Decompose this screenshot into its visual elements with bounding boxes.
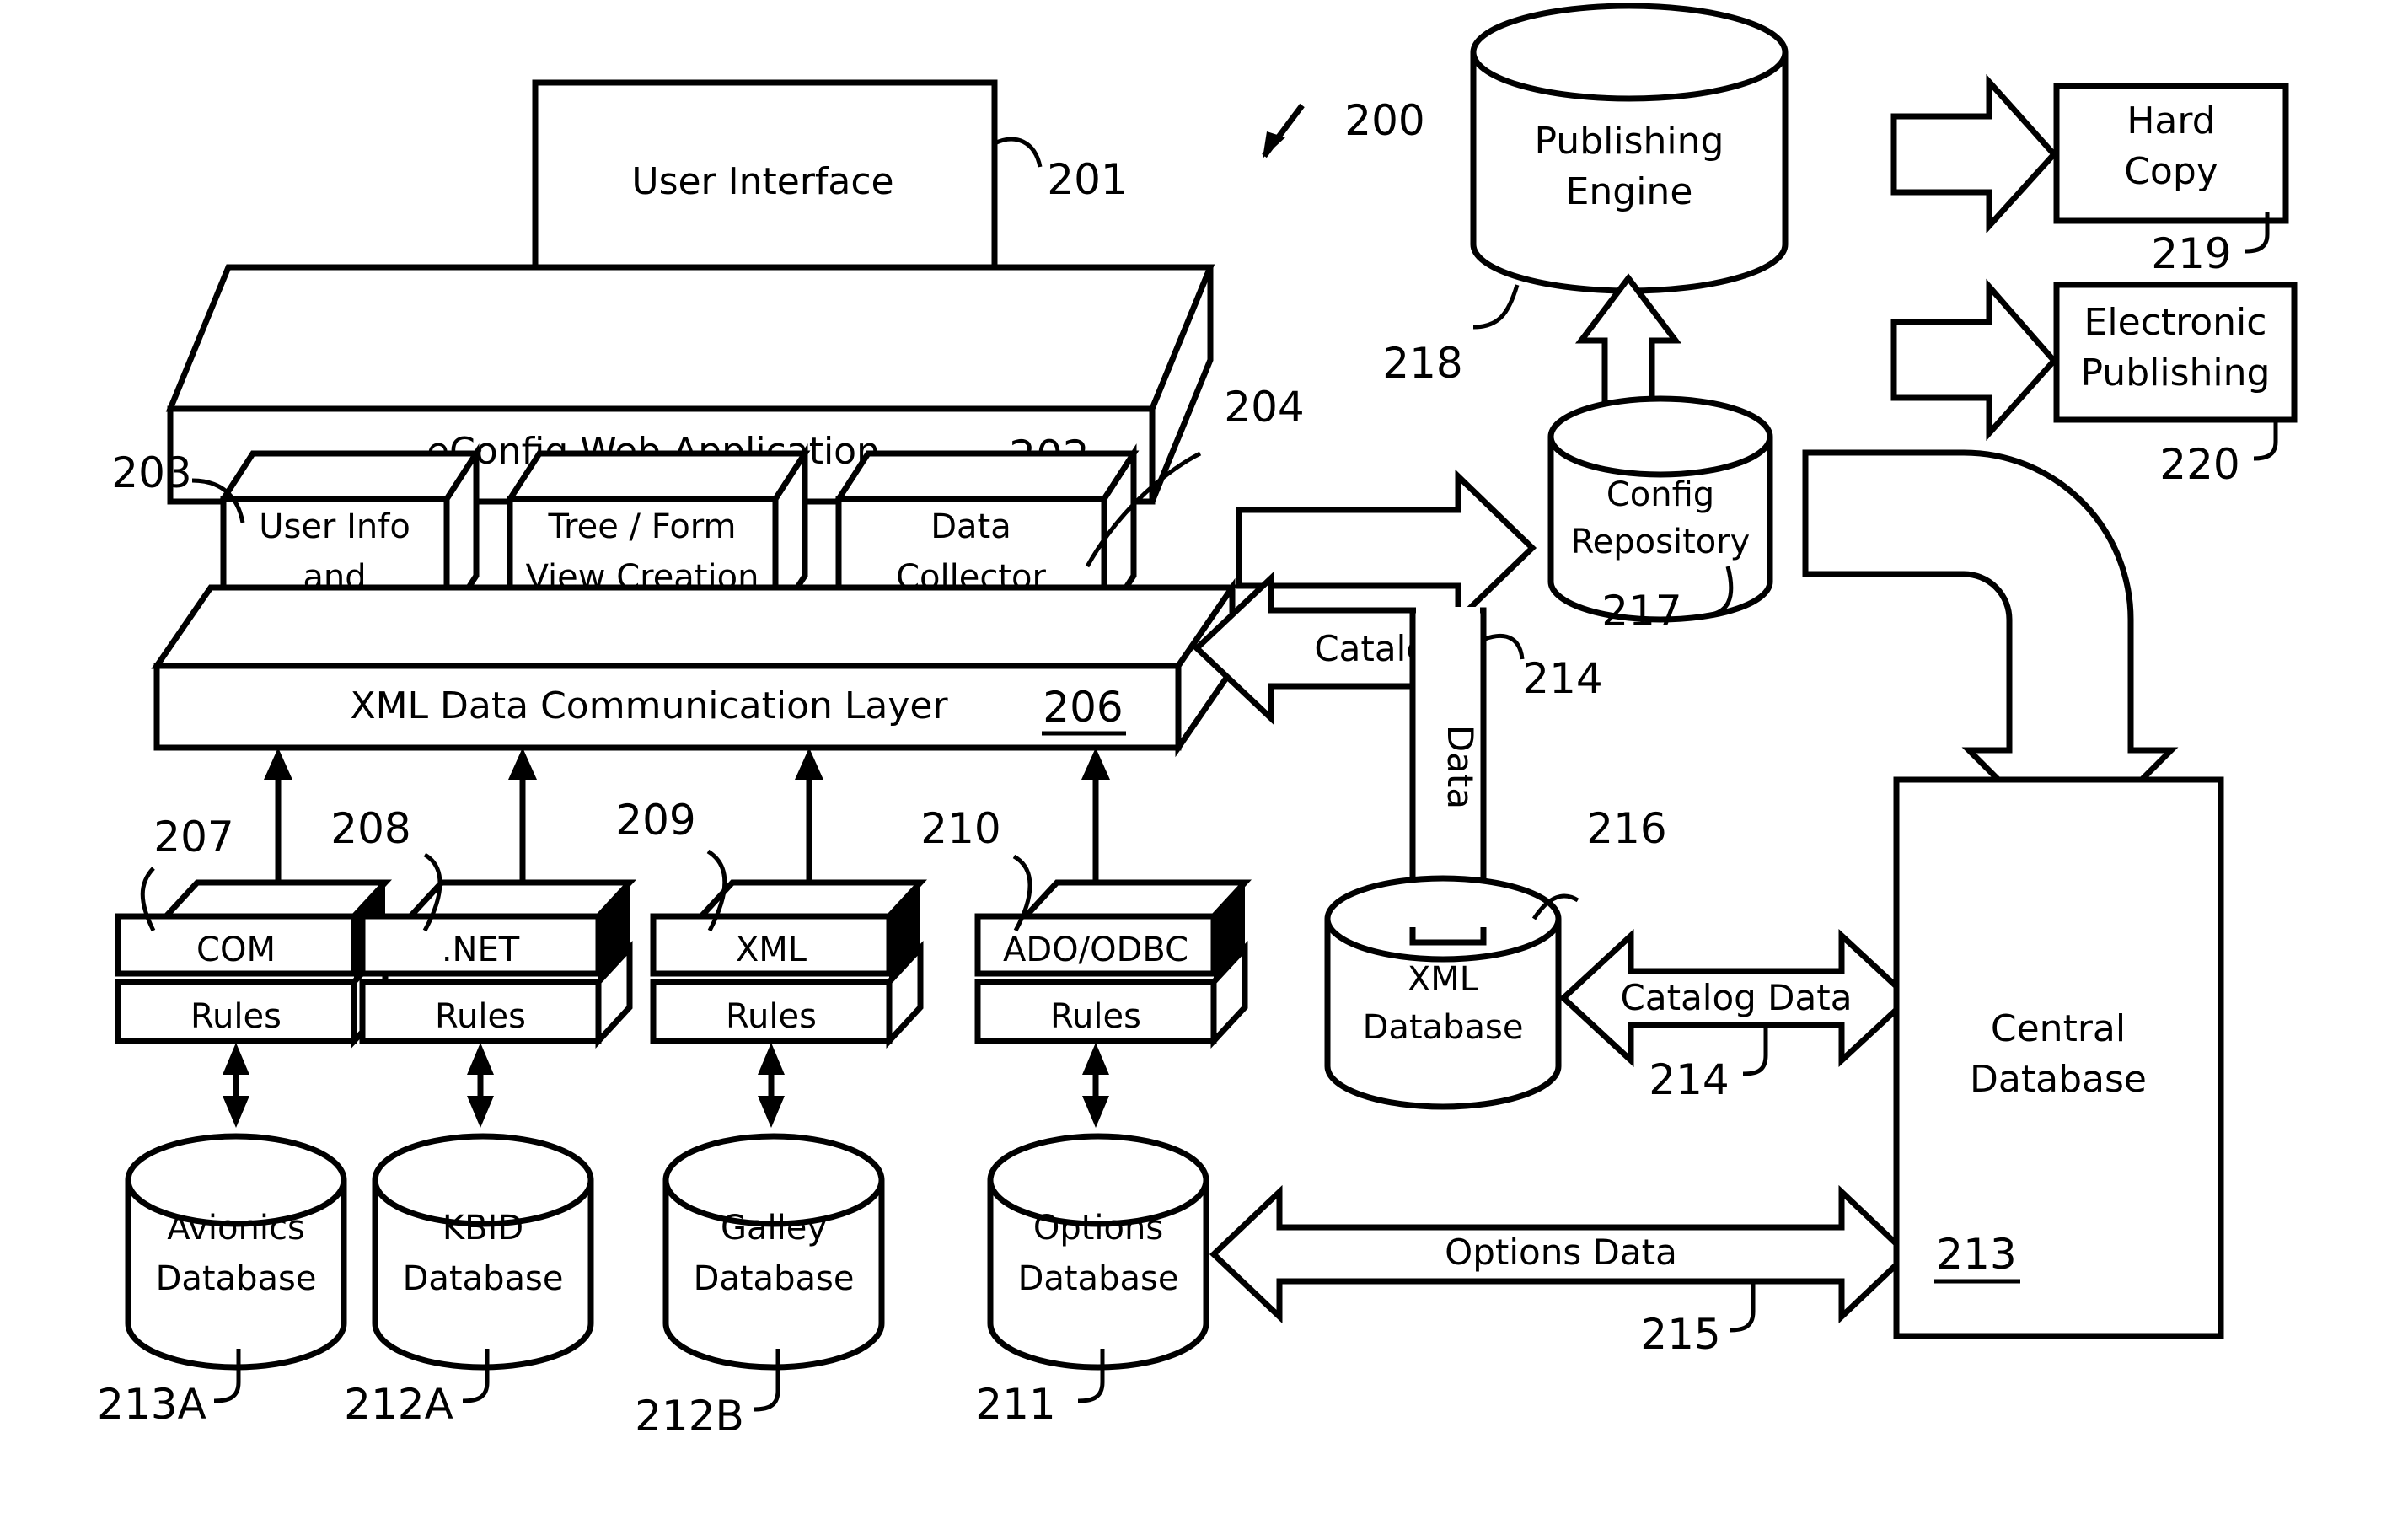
electronic-publishing-line2: Publishing	[2081, 351, 2271, 394]
database-options[interactable]: Options Database	[987, 1133, 1209, 1371]
ref-219-label: 219	[2151, 229, 2231, 278]
connector-ado-odbc-label: ADO/ODBC	[1003, 931, 1188, 969]
ref-220-label: 220	[2159, 440, 2239, 489]
ref-218-leader: 218	[1382, 284, 1520, 388]
config-repository-line2: Repository	[1571, 523, 1751, 561]
ref-213-label: 213	[1936, 1230, 2016, 1279]
ref-201-label: 201	[1047, 155, 1127, 204]
options-data-label: Options Data	[1445, 1232, 1677, 1273]
xml-layer-label: XML Data Communication Layer	[350, 684, 948, 727]
publishing-engine-line2: Engine	[1566, 170, 1693, 213]
user-interface-box[interactable]: User Interface	[532, 79, 998, 273]
connector-ado-odbc-box[interactable]: ADO/ODBC Rules	[974, 879, 1252, 1049]
config-repository-line1: Config	[1606, 475, 1714, 514]
patent-figure-canvas: 200 User Interface 201 eConfig Web Appli…	[0, 0, 2408, 1524]
data-label: Data	[1440, 725, 1481, 809]
connector-com-label: COM	[196, 931, 276, 969]
module-data-collector-line1: Data	[930, 507, 1011, 546]
ref-215-leader: 215	[1640, 1283, 1756, 1359]
ref-206-label: 206	[1043, 683, 1123, 732]
ref-210-label: 210	[920, 804, 1000, 853]
database-galley-line2: Database	[694, 1259, 855, 1298]
database-options-line1: Options	[1033, 1209, 1163, 1248]
ref-213A-label: 213A	[97, 1380, 206, 1429]
ref-203-label: 203	[111, 448, 191, 497]
hard-copy-box[interactable]: Hard Copy	[2053, 83, 2289, 224]
connectors-to-databases-arrows	[223, 1043, 1109, 1128]
catalog-data-double-arrow: Catalog Data	[1558, 928, 1914, 1068]
connector-dotnet-rules-label: Rules	[435, 997, 526, 1036]
module-user-info-line1: User Info	[259, 507, 410, 546]
database-galley[interactable]: Galley Database	[662, 1133, 885, 1371]
electronic-publishing-arrow	[1890, 278, 2058, 442]
ref-212B-label: 212B	[635, 1392, 744, 1441]
database-kbid-line2: Database	[403, 1259, 564, 1298]
ref-218-label: 218	[1382, 339, 1462, 388]
ref-208-label: 208	[330, 804, 410, 853]
catalog-data-label: Catalog Data	[1621, 977, 1853, 1018]
connector-com-box[interactable]: COM Rules	[115, 879, 393, 1049]
connector-xml-rules-label: Rules	[726, 997, 817, 1036]
database-options-line2: Database	[1018, 1259, 1179, 1298]
ref-214-catalog-data-leader: 214	[1649, 1027, 1768, 1104]
ref-215-label: 215	[1640, 1310, 1720, 1359]
connector-dotnet-box[interactable]: .NET Rules	[359, 879, 637, 1049]
publishing-engine-line1: Publishing	[1535, 120, 1724, 163]
ref-214-catalog-label: 214	[1522, 654, 1602, 703]
ref-209-label: 209	[615, 796, 695, 845]
figure-ref-200: 200	[1262, 96, 1425, 158]
electronic-publishing-line1: Electronic	[2084, 301, 2267, 344]
database-galley-line1: Galley	[721, 1209, 827, 1248]
ref-211-label: 211	[975, 1380, 1055, 1429]
module-tree-form-line1: Tree / Form	[547, 507, 736, 546]
central-database-line1: Central	[1991, 1007, 2126, 1050]
database-kbid-line1: KBID	[442, 1209, 523, 1248]
xml-database-cylinder[interactable]: XML Database	[1324, 875, 1562, 1110]
central-database-box[interactable]: Central Database 213	[1893, 776, 2224, 1339]
ref-207-label: 207	[153, 813, 233, 861]
connector-dotnet-label: .NET	[442, 931, 520, 969]
hard-copy-line2: Copy	[2124, 150, 2218, 193]
publishing-engine-cylinder[interactable]: Publishing Engine	[1470, 3, 1789, 294]
ref-216-leader: 216	[1531, 804, 1667, 920]
central-database-line2: Database	[1970, 1058, 2147, 1101]
xml-database-line2: Database	[1363, 1008, 1524, 1047]
database-avionics-line1: Avionics	[167, 1209, 305, 1248]
xml-database-line1: XML	[1408, 960, 1479, 999]
ref-212A-label: 212A	[344, 1380, 453, 1429]
ref-204-label: 204	[1224, 383, 1304, 432]
database-avionics-line2: Database	[156, 1259, 317, 1298]
ref-214-catalog-data-label: 214	[1649, 1055, 1729, 1104]
ref-220-leader: 220	[2159, 420, 2278, 489]
database-avionics[interactable]: Avionics Database	[125, 1133, 347, 1371]
hard-copy-line1: Hard	[2126, 99, 2215, 142]
system-architecture-diagram: 200 User Interface 201 eConfig Web Appli…	[97, 3, 2298, 1441]
collector-to-config-arrow	[1236, 469, 1537, 627]
connector-xml-label: XML	[736, 931, 807, 969]
user-interface-label: User Interface	[631, 160, 893, 203]
ref-216-label: 216	[1586, 804, 1666, 853]
connector-ado-odbc-rules-label: Rules	[1050, 997, 1141, 1036]
connector-com-rules-label: Rules	[190, 997, 282, 1036]
hard-copy-arrow	[1890, 73, 2058, 234]
options-data-double-arrow: Options Data	[1209, 1184, 1912, 1324]
ref-210-leader: 210	[920, 804, 1032, 932]
connector-xml-box[interactable]: XML Rules	[650, 879, 928, 1049]
xml-data-communication-layer-box[interactable]: XML Data Communication Layer 206	[151, 577, 1238, 758]
database-kbid[interactable]: KBID Database	[372, 1133, 594, 1371]
ref-217-label: 217	[1601, 587, 1681, 636]
ref-214-catalog-leader: 214	[1484, 633, 1603, 703]
electronic-publishing-box[interactable]: Electronic Publishing	[2053, 282, 2298, 423]
ref-201-leader: 201	[993, 137, 1128, 204]
ref-200-label: 200	[1344, 96, 1424, 145]
